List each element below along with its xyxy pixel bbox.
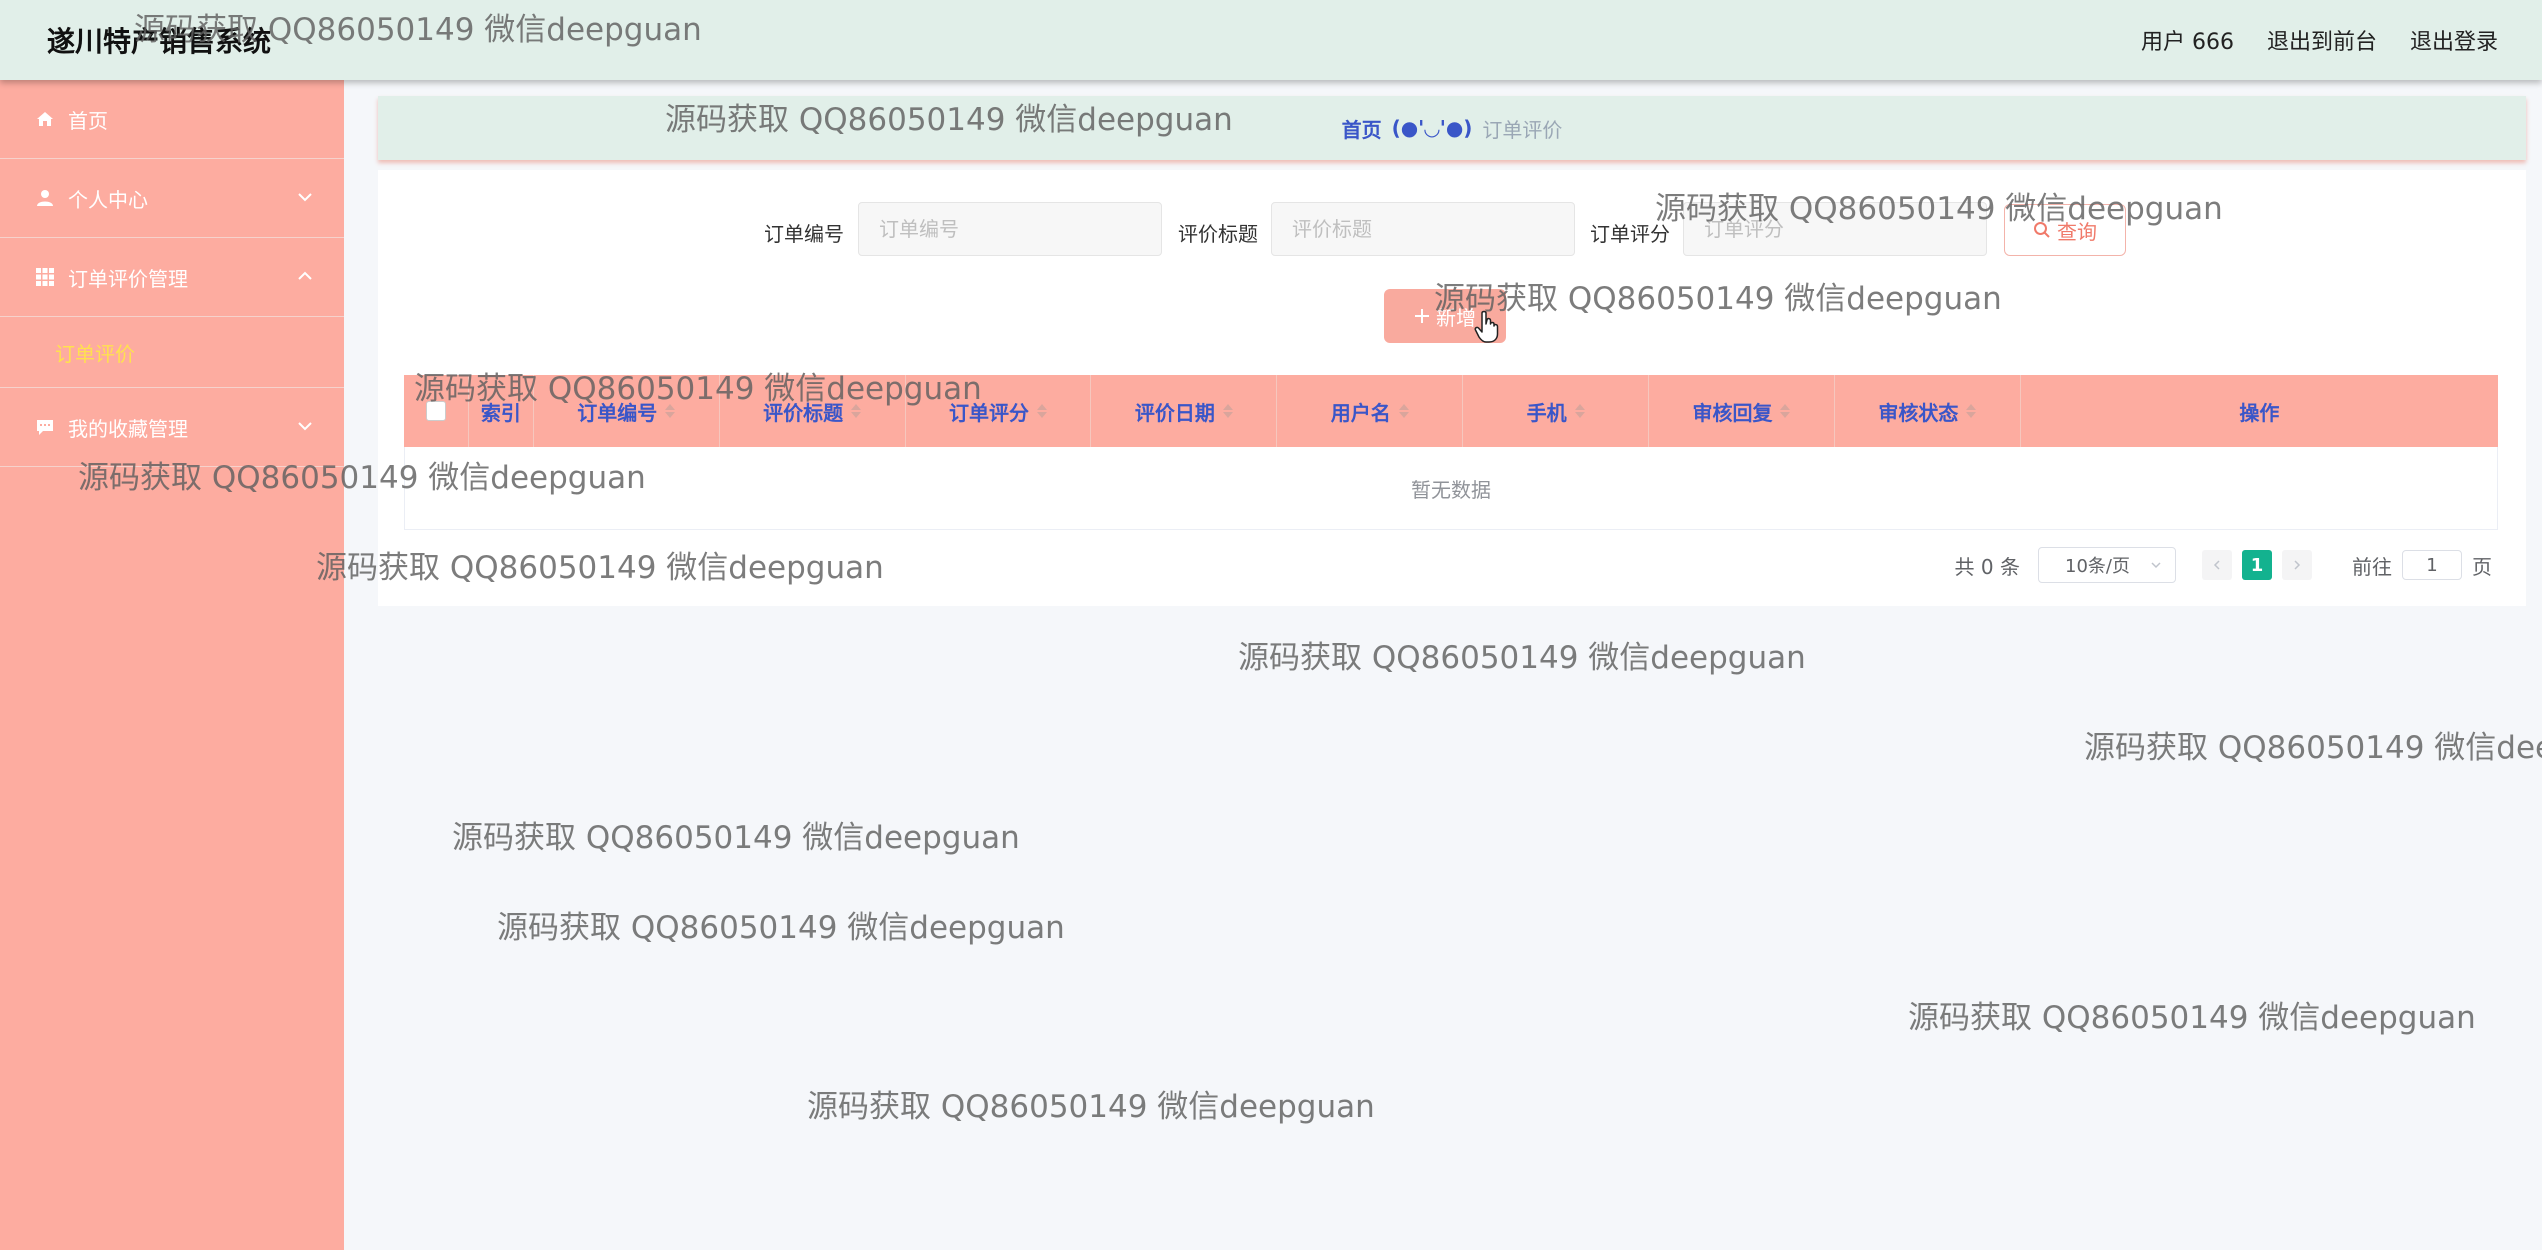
column-header-phone[interactable]: 手机 [1463,375,1650,447]
chevron-down-icon [2151,562,2161,569]
watermark-text: 源码获取 QQ86050149 微信deepguan [452,820,1020,856]
sidebar-item-favorites-management[interactable]: 我的收藏管理 [0,388,344,467]
sort-icon[interactable] [851,404,862,418]
sidebar-item-label: 订单评价管理 [68,266,188,291]
query-button[interactable]: 查询 [2004,204,2126,256]
goto-prefix: 前往 [2352,554,2392,579]
user-icon [34,187,56,209]
pagination: 共 0 条 10条/页 1 前往 页 [1955,547,2492,583]
sidebar-item-label: 我的收藏管理 [68,416,188,441]
query-button-label: 查询 [2057,219,2097,244]
search-icon [2034,222,2050,238]
score-label: 订单评分 [1590,222,1670,246]
table-header: 索引 订单编号 评价标题 订单评分 评价日期 用户名 手机 审核回复 审核状态 … [404,375,2498,447]
column-header-index: 索引 [469,375,534,447]
score-input[interactable] [1683,202,1987,256]
watermark-text: 源码获取 QQ86050149 微信deepguan [1238,640,1806,676]
sidebar-item-label: 订单评价 [55,341,135,366]
watermark-text: 源码获取 QQ86050149 微信deepguan [2084,730,2542,766]
chevron-left-icon [2213,560,2220,570]
page-size-value: 10条/页 [2065,556,2130,577]
sort-icon[interactable] [1780,404,1791,418]
breadcrumb-separator: (●'◡'●) [1391,116,1473,140]
column-header-review-title[interactable]: 评价标题 [720,375,906,447]
watermark-text: 源码获取 QQ86050149 微信deepguan [807,1089,1375,1125]
prev-page-button[interactable] [2202,550,2232,580]
data-table: 索引 订单编号 评价标题 订单评分 评价日期 用户名 手机 审核回复 审核状态 … [404,375,2498,530]
plus-icon [1415,309,1429,323]
sidebar-item-personal-center[interactable]: 个人中心 [0,159,344,238]
page-size-select[interactable]: 10条/页 [2038,547,2176,583]
sort-icon[interactable] [1222,404,1233,418]
top-nav-links: 用户 666 退出到前台 退出登录 [2141,24,2498,56]
select-all-checkbox[interactable] [425,401,446,421]
empty-text: 暂无数据 [1411,477,1491,502]
table-empty-state: 暂无数据 [404,447,2498,530]
sidebar-item-home[interactable]: 首页 [0,80,344,159]
sidebar-item-order-review-management[interactable]: 订单评价管理 [0,238,344,317]
title-label: 评价标题 [1178,222,1258,246]
search-form: 订单编号 评价标题 订单评分 查询 [378,202,2526,258]
select-all-cell [404,375,469,447]
total-count: 共 0 条 [1954,554,2020,579]
sidebar: 首页 个人中心 订单评价管理 订单评价 我的收藏管理 [0,80,344,1250]
sidebar-item-order-review[interactable]: 订单评价 [0,317,344,388]
column-header-audit-reply[interactable]: 审核回复 [1649,375,1835,447]
column-header-review-date[interactable]: 评价日期 [1091,375,1278,447]
sort-icon[interactable] [1574,404,1585,418]
goto-suffix: 页 [2472,554,2492,579]
chevron-down-icon [298,193,312,202]
next-page-button[interactable] [2282,550,2312,580]
goto-page-input[interactable] [2402,550,2462,580]
main-panel: 订单编号 评价标题 订单评分 查询 新增 索引 订单编号 [378,170,2526,606]
page-number-current[interactable]: 1 [2242,550,2272,580]
app-title: 遂川特产销售系统 [47,25,272,58]
column-header-order-no[interactable]: 订单编号 [534,375,720,447]
sidebar-item-label: 个人中心 [68,187,148,212]
breadcrumb-home[interactable]: 首页 [1342,114,1382,143]
sort-icon[interactable] [1398,404,1409,418]
logout-link[interactable]: 退出登录 [2410,24,2498,56]
sort-icon[interactable] [1036,404,1047,418]
column-header-order-score[interactable]: 订单评分 [906,375,1092,447]
top-navbar: 遂川特产销售系统 用户 666 退出到前台 退出登录 [0,0,2542,80]
chevron-right-icon [2294,560,2301,570]
sidebar-item-label: 首页 [68,108,108,133]
title-input[interactable] [1271,202,1575,256]
sort-icon[interactable] [665,404,676,418]
back-to-front-link[interactable]: 退出到前台 [2267,24,2377,56]
grid-icon [34,266,56,288]
sort-icon[interactable] [1966,404,1977,418]
add-button-label: 新增 [1436,305,1476,330]
chevron-up-icon [298,271,312,280]
watermark-text: 源码获取 QQ86050149 微信deepguan [1908,1000,2476,1036]
column-header-audit-status[interactable]: 审核状态 [1835,375,2021,447]
column-header-username[interactable]: 用户名 [1277,375,1464,447]
user-label[interactable]: 用户 666 [2141,24,2234,56]
breadcrumb: 首页 (●'◡'●) 订单评价 [378,96,2526,160]
breadcrumb-current: 订单评价 [1482,117,1563,142]
hand-cursor-icon [1474,310,1499,343]
order-no-label: 订单编号 [764,222,844,246]
column-header-actions: 操作 [2239,400,2280,425]
chat-icon [34,416,56,438]
watermark-text: 源码获取 QQ86050149 微信deepguan [497,910,1065,946]
chevron-down-icon [298,422,312,431]
home-icon [34,108,56,130]
order-no-input[interactable] [858,202,1162,256]
